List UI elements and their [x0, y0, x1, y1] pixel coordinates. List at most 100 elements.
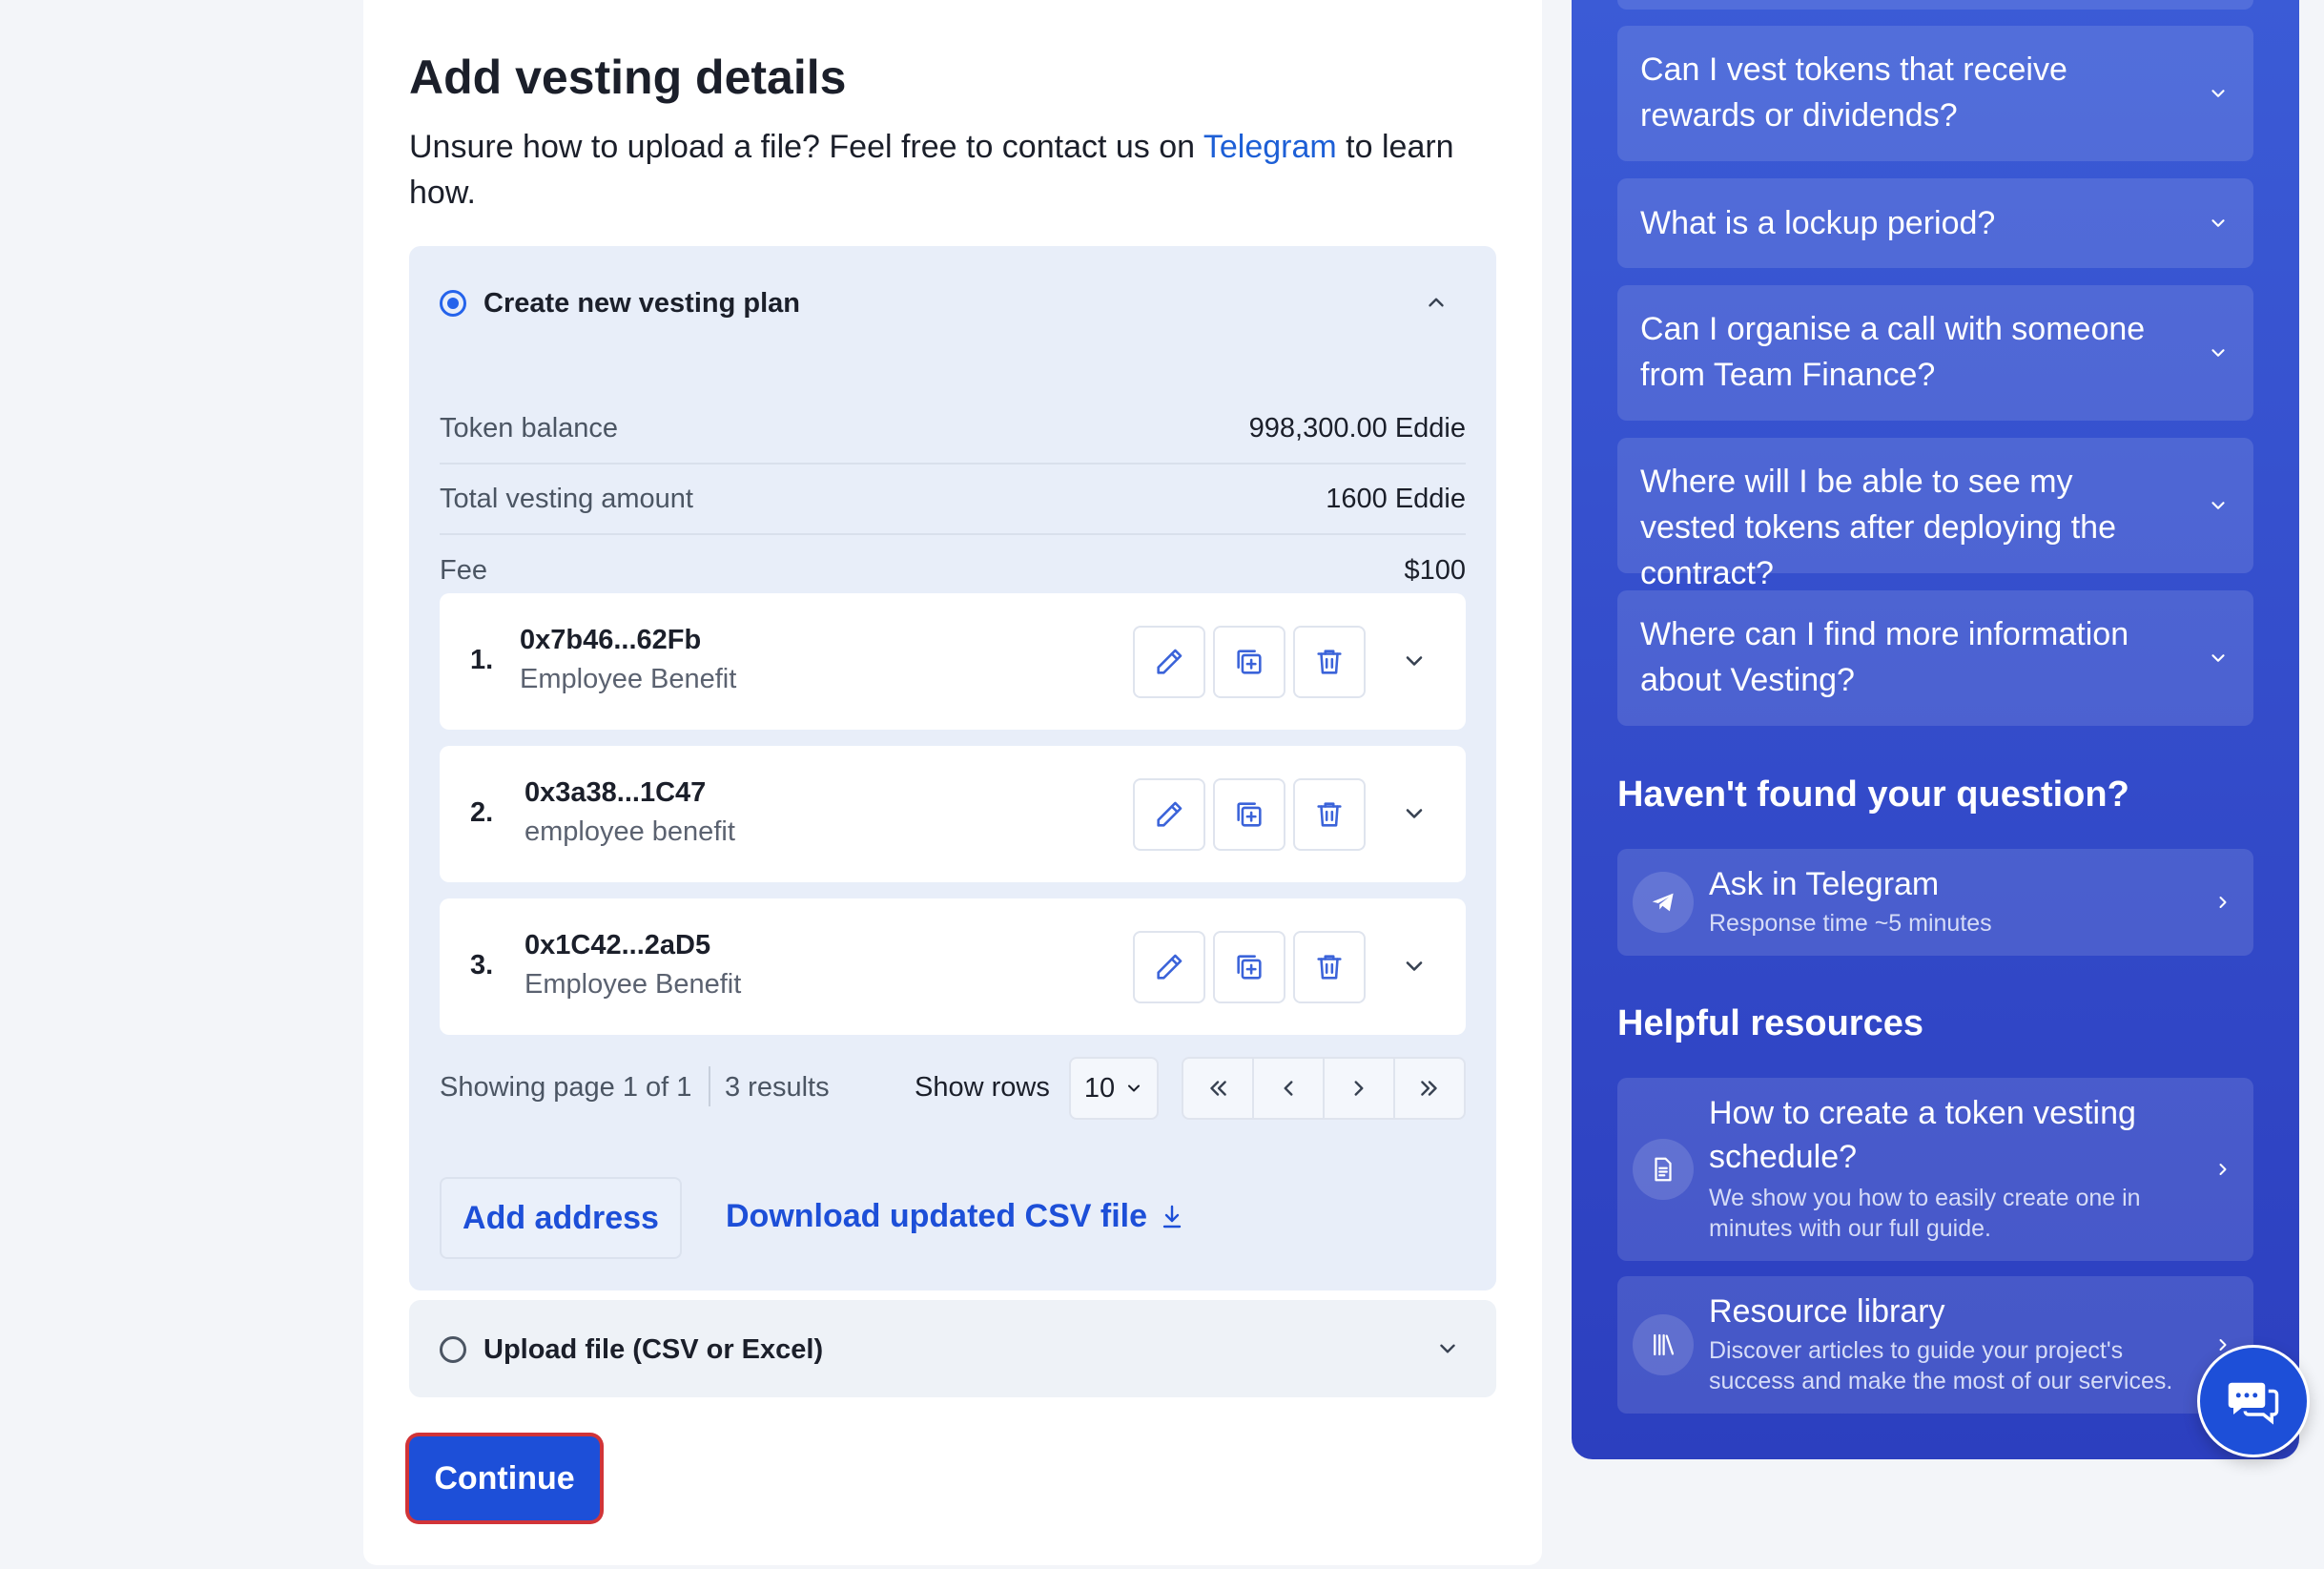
library-icon-wrap [1633, 1314, 1694, 1375]
token-balance-label: Token balance [440, 412, 619, 444]
prev-page-button[interactable] [1254, 1059, 1325, 1118]
duplicate-button[interactable] [1213, 778, 1285, 851]
document-icon-wrap [1633, 1139, 1694, 1200]
faq-item-rewards[interactable]: Can I vest tokens that receive rewards o… [1617, 26, 2253, 161]
first-page-button[interactable] [1183, 1059, 1254, 1118]
subtitle-text: Unsure how to upload a file? Feel free t… [409, 129, 1203, 165]
page-indicator: Showing page 1 of 1 [440, 1072, 692, 1103]
resource-vesting-guide[interactable]: How to create a token vesting schedule? … [1617, 1078, 2253, 1261]
faq-question: What is a lockup period? [1640, 205, 1996, 241]
delete-button[interactable] [1293, 626, 1366, 698]
chevron-down-icon [1128, 1084, 1141, 1092]
ask-telegram-title: Ask in Telegram [1709, 866, 1940, 902]
vesting-form-card: Add vesting details Unsure how to upload… [363, 0, 1542, 1565]
rows-per-page-select[interactable]: 10 [1069, 1057, 1159, 1120]
download-icon [1162, 1205, 1182, 1228]
results-count: 3 results [725, 1072, 830, 1103]
entry-number: 2. [470, 797, 494, 828]
page-title: Add vesting details [409, 51, 847, 104]
create-plan-option[interactable]: Create new vesting plan [440, 275, 1466, 332]
upload-file-label: Upload file (CSV or Excel) [483, 1333, 824, 1365]
resources-heading: Helpful resources [1617, 1003, 1923, 1043]
entry-number: 3. [470, 950, 494, 981]
create-plan-label: Create new vesting plan [483, 287, 800, 319]
pagination-bar: Showing page 1 of 1 3 results Show rows … [440, 1057, 1466, 1122]
entry-address: 0x3a38...1C47 [524, 777, 707, 808]
chevron-down-icon [2211, 219, 2225, 227]
faq-item-lockup[interactable]: What is a lockup period? [1617, 178, 2253, 268]
duplicate-button[interactable] [1213, 931, 1285, 1003]
telegram-link[interactable]: Telegram [1203, 129, 1337, 165]
vesting-entry: 3. 0x1C42...2aD5 Employee Benefit [440, 898, 1466, 1035]
fee-label: Fee [440, 554, 487, 586]
continue-button[interactable]: Continue [409, 1436, 600, 1520]
entry-number: 1. [470, 645, 494, 675]
chevron-down-icon [2211, 90, 2225, 97]
download-csv-label: Download updated CSV file [726, 1198, 1148, 1234]
fee-value: $100 [1404, 554, 1466, 586]
edit-button[interactable] [1133, 778, 1205, 851]
pencil-icon [1157, 954, 1183, 980]
duplicate-icon [1237, 802, 1262, 827]
not-found-heading: Haven't found your question? [1617, 774, 2129, 815]
chevron-right-icon [2219, 897, 2227, 908]
pencil-icon [1157, 649, 1183, 674]
total-vesting-label: Total vesting amount [440, 483, 693, 514]
trash-icon [1317, 955, 1342, 980]
trash-icon [1317, 650, 1342, 674]
entry-address: 0x7b46...62Fb [520, 625, 702, 655]
resource-title: Resource library [1709, 1293, 1945, 1330]
document-icon [1655, 1157, 1672, 1182]
resource-title: How to create a token vesting schedule? [1709, 1095, 2136, 1175]
last-page-button[interactable] [1395, 1059, 1464, 1118]
chevron-right-icon [2219, 1164, 2227, 1175]
chevron-down-icon[interactable] [1401, 800, 1428, 827]
edit-button[interactable] [1133, 931, 1205, 1003]
chevron-down-icon [2211, 349, 2225, 357]
duplicate-icon [1237, 650, 1262, 674]
rows-label: Show rows [915, 1072, 1050, 1103]
upload-file-radio[interactable] [440, 1336, 466, 1363]
ask-telegram-subtitle: Response time ~5 minutes [1709, 910, 1992, 937]
token-balance-row: Token balance 998,300.00 Eddie [440, 394, 1466, 465]
chevron-left-icon [1284, 1081, 1293, 1096]
double-chevron-right-icon [1421, 1081, 1437, 1096]
page-navigation [1182, 1057, 1466, 1120]
live-chat-button[interactable] [2197, 1345, 2310, 1457]
faq-question: Can I organise a call with someone from … [1640, 311, 2146, 393]
vesting-entry: 2. 0x3a38...1C47 employee benefit [440, 746, 1466, 882]
entry-description: Employee Benefit [524, 969, 742, 1000]
pencil-icon [1157, 801, 1183, 827]
faq-item-more-info[interactable]: Where can I find more information about … [1617, 590, 2253, 726]
edit-button[interactable] [1133, 626, 1205, 698]
chevron-down-icon[interactable] [1401, 648, 1428, 674]
chevron-down-icon[interactable] [1401, 953, 1428, 980]
resource-library[interactable]: Resource library Discover articles to gu… [1617, 1276, 2253, 1414]
entry-address: 0x1C42...2aD5 [524, 930, 711, 960]
create-plan-radio[interactable] [440, 290, 466, 317]
chevron-down-icon[interactable] [1435, 1336, 1460, 1361]
faq-item-partial[interactable] [1617, 0, 2253, 10]
delete-button[interactable] [1293, 931, 1366, 1003]
faq-item-vested-tokens[interactable]: Where will I be able to see my vested to… [1617, 438, 2253, 591]
total-vesting-value: 1600 Eddie [1326, 483, 1466, 514]
download-csv-link[interactable]: Download updated CSV file [726, 1198, 1183, 1235]
duplicate-icon [1237, 955, 1262, 980]
telegram-icon-wrap [1633, 872, 1694, 933]
next-page-button[interactable] [1325, 1059, 1395, 1118]
faq-item-call[interactable]: Can I organise a call with someone from … [1617, 285, 2253, 421]
telegram-icon [1652, 893, 1674, 912]
resource-subtitle: We show you how to easily create one in … [1709, 1185, 2141, 1242]
upload-file-panel[interactable]: Upload file (CSV or Excel) [409, 1300, 1496, 1397]
delete-button[interactable] [1293, 778, 1366, 851]
upload-file-option[interactable]: Upload file (CSV or Excel) [440, 1321, 823, 1378]
chevron-down-icon [2211, 502, 2225, 509]
ask-telegram-card[interactable]: Ask in Telegram Response time ~5 minutes [1617, 849, 2253, 956]
faq-panel: Can I vest tokens that receive rewards o… [1572, 0, 2299, 1459]
resource-subtitle: Discover articles to guide your project'… [1709, 1337, 2173, 1394]
duplicate-button[interactable] [1213, 626, 1285, 698]
divider [709, 1066, 710, 1106]
faq-question: Can I vest tokens that receive rewards o… [1640, 52, 2067, 134]
chevron-up-icon[interactable] [1424, 290, 1449, 315]
add-address-button[interactable]: Add address [440, 1177, 682, 1259]
